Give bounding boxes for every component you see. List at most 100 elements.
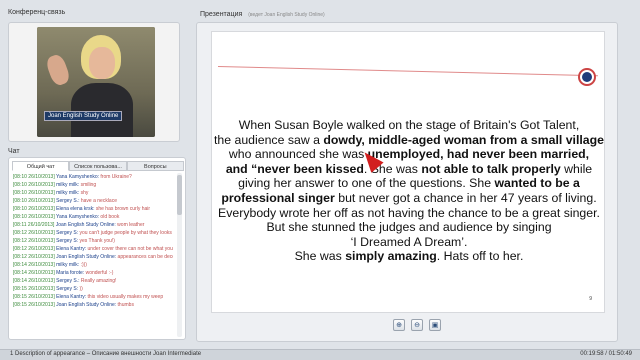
slide: When Susan Boyle walked on the stage of … [211, 31, 605, 313]
chat-message-time: [08:15 26/10/2013] [13, 302, 55, 308]
tab-user-list[interactable]: Список пользова... [69, 161, 127, 171]
chat-message-user: Sergey S: [56, 238, 79, 244]
slide-text-line: giving her answer to one of the question… [212, 176, 606, 191]
chat-message-user: Elena elena krsk: [56, 206, 95, 212]
chat-message: [08:15 26/10/2013] Joan English Study On… [13, 301, 173, 309]
footer-bar: 1 Description of appearance – Описание в… [0, 349, 640, 360]
chat-message-user: milky milk: [56, 182, 80, 188]
tab-questions[interactable]: Вопросы [126, 161, 184, 171]
zoom-in-button[interactable]: ⊕ [393, 319, 405, 331]
tab-general-chat[interactable]: Общий чат [12, 161, 70, 171]
chat-message-user: Joan English Study Online: [55, 222, 116, 228]
presenter-face [89, 47, 115, 79]
chat-message-time: [08:15 26/10/2013] [13, 294, 55, 300]
slide-emphasis: unemployed, had never been married, [367, 147, 590, 162]
chat-message-time: [08:10 26/10/2013] [13, 174, 55, 180]
chat-message-text: thumbs [117, 302, 134, 308]
chat-message-user: milky milk: [56, 262, 80, 268]
logo-flag-icon [582, 72, 592, 82]
chat-message-text: )) [79, 286, 83, 292]
chat-message-time: [08:11 26/10/2013] [13, 222, 55, 228]
chat-message-user: Maria forote: [56, 270, 85, 276]
chat-message: [08:14 26/10/2013] Maria forote: wonderf… [13, 269, 173, 277]
chat-message-text: :))) [80, 262, 87, 268]
slide-emphasis: dowdy, middle-aged woman from a small vi… [323, 132, 604, 147]
video-panel: Joan English Study Online [8, 22, 180, 142]
chat-message-time: [08:15 26/10/2013] [13, 286, 55, 292]
slide-text-line: the audience saw a dowdy, middle-aged wo… [212, 133, 606, 148]
chat-message-time: [08:14 26/10/2013] [13, 270, 55, 276]
chat-message: [08:11 26/10/2013] Joan English Study On… [13, 221, 173, 229]
slide-emphasis: professional singer [221, 190, 335, 205]
slide-text: When Susan Boyle walked on the stage of … [212, 118, 606, 264]
presentation-controls: ⊕ ⊖ ▣ [393, 319, 441, 331]
zoom-out-button[interactable]: ⊖ [411, 319, 423, 331]
slide-text-line: She was simply amazing. Hats off to her. [212, 249, 606, 264]
chat-message-user: Yana Kamyshenko: [56, 174, 100, 180]
chat-message: [08:15 26/10/2013] Sergey S: )) [13, 285, 173, 293]
conference-title: Конференц-связь [8, 9, 66, 16]
chat-message-text: shy [80, 190, 89, 196]
chat-message-list: [08:10 26/10/2013] Yana Kamyshenko: from… [13, 173, 173, 309]
presentation-subtitle: (ведет Joan English Study Online) [248, 12, 325, 18]
slide-text-run: Everybody wrote her off as not having th… [218, 205, 600, 220]
chat-message: [08:10 26/10/2013] Elena elena krsk: she… [13, 205, 173, 213]
chat-message-time: [08:10 26/10/2013] [13, 214, 55, 220]
slide-emphasis: wanted to be a [494, 176, 580, 191]
video-caption: Joan English Study Online [44, 111, 123, 121]
chat-message: [08:10 26/10/2013] Yana Kamyshenko: from… [13, 173, 173, 181]
chat-message-text: from Ukraine? [100, 174, 132, 180]
chat-message-user: Sergey S.: [56, 278, 80, 284]
chat-message-time: [08:10 26/10/2013] [13, 190, 55, 196]
slide-text-line: professional singer but never got a chan… [212, 191, 606, 206]
chat-scrollbar[interactable] [177, 173, 182, 337]
save-icon: ▣ [431, 322, 439, 329]
chat-message: [08:10 26/10/2013] Sergey S.: have a nec… [13, 197, 173, 205]
slide-text-run: But she stunned the judges and audience … [266, 220, 552, 235]
zoom-in-icon: ⊕ [396, 322, 402, 329]
chat-message-text: she has brown curly hair [95, 206, 151, 212]
chat-message: [08:12 26/10/2013] Sergey S: you can't j… [13, 229, 173, 237]
slide-text-line: who announced she was unemployed, had ne… [212, 147, 606, 162]
chat-message: [08:14 26/10/2013] milky milk: :))) [13, 261, 173, 269]
slide-decorative-line [217, 66, 598, 77]
chat-message: [08:15 26/10/2013] Elena Kantry: this vi… [13, 293, 173, 301]
chat-message-text: old book [100, 214, 120, 220]
recording-title: 1 Description of appearance – Описание в… [10, 351, 202, 357]
slide-emphasis: not able to talk properly [421, 161, 561, 176]
slide-text-line: ‘I Dreamed A Dream’. [212, 235, 606, 250]
chat-message: [08:10 26/10/2013] milky milk: smiling [13, 181, 173, 189]
chat-message: [08:12 26/10/2013] Joan English Study On… [13, 253, 173, 261]
slide-text-line: When Susan Boyle walked on the stage of … [212, 118, 606, 133]
slide-emphasis: and “never been kissed [225, 161, 364, 176]
slide-text-line: and “never been kissed. She was not able… [212, 162, 606, 177]
headphones-logo-icon [578, 68, 596, 86]
chat-message-user: Yana Kamyshenko: [56, 214, 100, 220]
chat-message-user: Sergey S.: [56, 198, 80, 204]
slide-text-run: . Hats off to her. [436, 249, 524, 264]
chat-message: [08:12 26/10/2013] Elena Kantry: under c… [13, 245, 173, 253]
save-button[interactable]: ▣ [429, 319, 441, 331]
chat-message-time: [08:10 26/10/2013] [13, 198, 55, 204]
slide-text-run: the audience saw a [213, 132, 324, 147]
slide-text-run: who announced she was [228, 147, 368, 162]
chat-tabs: Общий чат Список пользова... Вопросы [12, 161, 184, 171]
presenter-body [71, 83, 133, 137]
chat-scrollbar-thumb[interactable] [177, 175, 182, 215]
slide-text-run: while [560, 161, 593, 176]
chat-message-text: this video usually makes my weep [87, 294, 164, 300]
slide-text-run: giving her answer to one of the question… [238, 176, 495, 191]
chat-message-text: appearances can be deceptive [117, 254, 173, 260]
chat-message-time: [08:12 26/10/2013] [13, 246, 55, 252]
zoom-out-icon: ⊖ [414, 322, 420, 329]
slide-emphasis: simply amazing [345, 249, 437, 264]
chat-message-user: Sergey S: [56, 230, 79, 236]
slide-text-run: She was [294, 249, 346, 264]
slide-page-number: 9 [589, 296, 592, 302]
presentation-panel: When Susan Boyle walked on the stage of … [196, 22, 618, 342]
chat-message-time: [08:12 26/10/2013] [13, 238, 55, 244]
chat-message-text: yes Thank you!) [79, 238, 115, 244]
chat-message-user: Joan English Study Online: [56, 254, 117, 260]
chat-message-user: Sergey S: [56, 286, 79, 292]
chat-message-text: under cover there can not be what you ex… [87, 246, 173, 252]
